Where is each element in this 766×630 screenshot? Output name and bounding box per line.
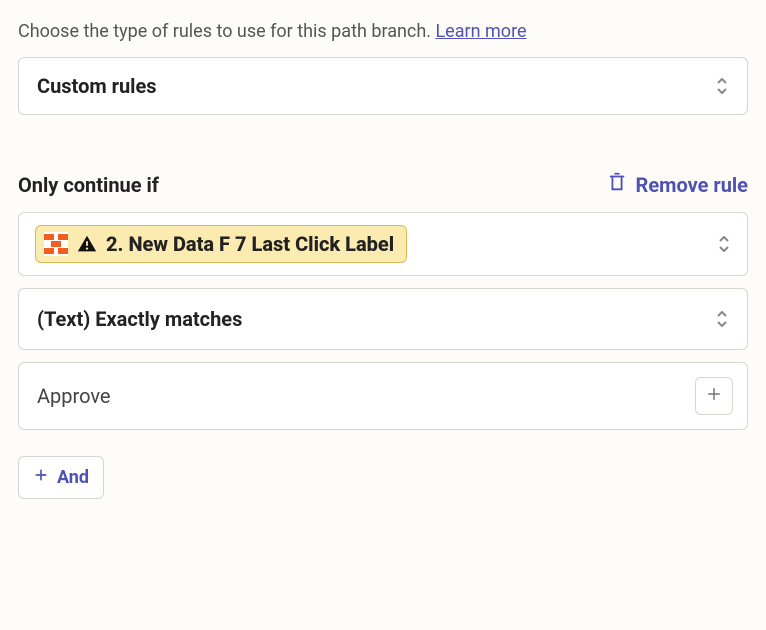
app-icon [44,232,68,256]
remove-rule-label: Remove rule [636,173,748,197]
value-input[interactable]: Approve [37,384,111,408]
add-and-condition-button[interactable]: And [18,456,104,499]
intro-desc: Choose the type of rules to use for this… [18,21,435,42]
and-label: And [57,467,89,488]
chevron-updown-icon [715,310,729,328]
chevron-updown-icon [715,77,729,95]
operator-select[interactable]: (Text) Exactly matches [18,288,748,350]
field-label: 2. New Data F 7 Last Click Label [106,232,394,256]
warning-icon [76,233,98,255]
condition-header: Only continue if Remove rule [18,171,748,198]
plus-icon [33,467,49,488]
remove-rule-button[interactable]: Remove rule [606,171,748,198]
trash-icon [606,171,628,198]
operator-value: (Text) Exactly matches [37,307,242,331]
chevron-updown-icon [717,235,731,253]
learn-more-link[interactable]: Learn more [435,21,526,42]
field-pill: 2. New Data F 7 Last Click Label [35,225,407,263]
condition-field-select[interactable]: 2. New Data F 7 Last Click Label [18,212,748,276]
insert-data-button[interactable] [695,377,733,415]
value-input-row: Approve [18,362,748,430]
plus-icon [705,385,723,408]
rule-type-select[interactable]: Custom rules [18,57,748,115]
rule-type-value: Custom rules [37,74,157,98]
intro-text: Choose the type of rules to use for this… [18,18,748,45]
condition-title: Only continue if [18,173,159,197]
